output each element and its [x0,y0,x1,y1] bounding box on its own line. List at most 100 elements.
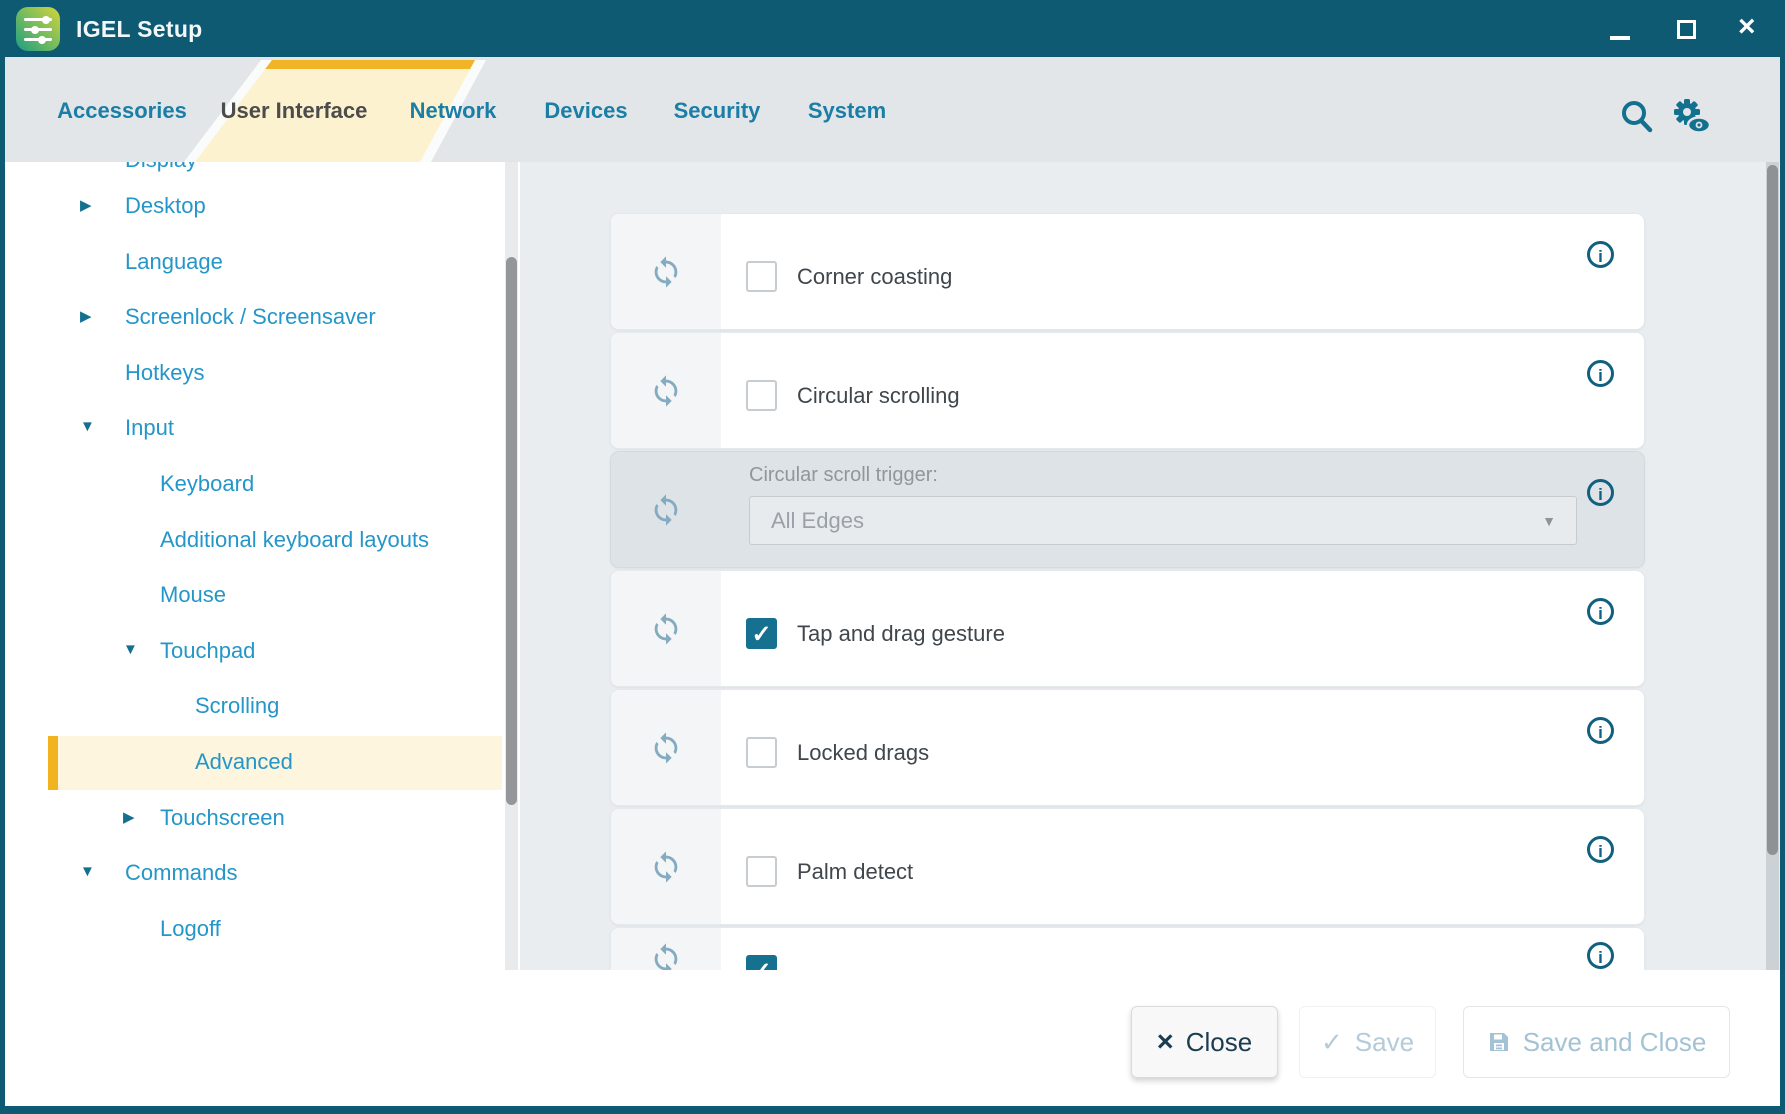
sidebar-item-touchscreen[interactable]: ▶Touchscreen [48,792,502,846]
tab-accessories[interactable]: Accessories [57,98,187,124]
reset-cell [611,690,721,805]
minimize-button[interactable] [1598,0,1642,57]
tree-collapse-icon[interactable]: ▼ [80,418,95,435]
reset-to-default-icon[interactable] [649,374,683,408]
reset-cell [611,928,721,970]
tab-system[interactable]: System [808,98,886,124]
tab-user-interface[interactable]: User Interface [221,98,368,124]
sidebar-item-label: Advanced [195,749,293,775]
setting-row-circular-scrolling: Circular scrolling i [610,332,1645,449]
title-bar: IGEL Setup × [0,0,1785,57]
search-icon[interactable] [1617,97,1657,137]
setting-label: Circular scroll trigger: [749,464,938,487]
settings-visibility-icon[interactable] [1669,97,1709,137]
sidebar-item-label: Input [125,415,174,441]
reset-to-default-icon[interactable] [649,612,683,646]
sidebar-item-language[interactable]: Language [48,236,502,290]
reset-to-default-icon[interactable] [649,850,683,884]
tree-expand-icon[interactable]: ▶ [80,307,92,325]
settings-panel: Corner coastingiCircular scrollingiCircu… [520,162,1780,970]
info-icon[interactable]: i [1587,836,1614,863]
sidebar-item-label: Keyboard [160,471,254,497]
sidebar-item-label: Additional keyboard layouts [160,527,429,553]
sidebar-item-clipped[interactable]: Display [125,162,197,173]
info-icon[interactable]: i [1587,241,1614,268]
checkbox[interactable] [746,261,777,292]
save-and-close-button[interactable]: Save and Close [1463,1006,1730,1078]
sidebar-item-commands[interactable]: ▼ Commands [48,847,502,901]
sidebar-item-label: Hotkeys [125,360,204,386]
setting-label: Corner coasting [797,264,952,290]
tab-security[interactable]: Security [674,98,761,124]
tab-bar: Accessories User Interface Network Devices S… [5,57,1780,162]
sidebar-item-hotkeys[interactable]: Hotkeys [48,347,502,401]
checkbox[interactable]: ✓ [746,618,777,649]
window-title: IGEL Setup [76,16,203,43]
tree-expand-icon[interactable]: ▶ [123,808,135,826]
checkbox[interactable]: ✓ [746,955,777,970]
sidebar-item-logoff[interactable]: Logoff [48,903,502,957]
sidebar-scrollbar-thumb[interactable] [506,257,517,805]
content-scrollbar[interactable] [1766,162,1779,970]
sidebar-item-desktop[interactable]: ▶ Desktop [48,180,502,234]
reset-to-default-icon[interactable] [649,942,683,970]
tree-expand-icon[interactable]: ▶ [80,196,92,214]
reset-cell [611,333,721,448]
sidebar-item-label: Scrolling [195,693,279,719]
sidebar-item-advanced[interactable]: Advanced [48,736,502,790]
reset-cell [611,214,721,329]
setting-row: ✓i [610,927,1645,970]
sidebar-item-screenlock-screensaver[interactable]: ▶Screenlock / Screensaver [48,291,502,345]
tree-collapse-icon[interactable]: ▼ [123,641,138,658]
setting-row-locked-drags: Locked drags i [610,689,1645,806]
window-border-left [0,0,5,1114]
content-scrollbar-thumb[interactable] [1767,165,1778,855]
reset-cell [611,571,721,686]
footer-bar: × Close ✓ Save Save and Close [5,970,1780,1106]
setting-label: Palm detect [797,859,913,885]
info-icon[interactable]: i [1587,717,1614,744]
info-icon[interactable]: i [1587,598,1614,625]
reset-to-default-icon[interactable] [649,493,683,527]
sidebar-item-scrolling[interactable]: Scrolling [48,680,502,734]
setting-row-circular-scroll-trigger: Circular scroll trigger: All Edges ▼ i [610,451,1645,568]
info-icon[interactable]: i [1587,942,1614,969]
sidebar-item-label: Commands [125,860,237,886]
sidebar-item-touchpad[interactable]: ▼Touchpad [48,625,502,679]
sidebar-item-mouse[interactable]: Mouse [48,569,502,623]
setting-label: Locked drags [797,740,929,766]
tree-collapse-icon[interactable]: ▼ [80,863,95,880]
setting-row-tap-and-drag-gesture: ✓ Tap and drag gesture i [610,570,1645,687]
checkbox[interactable] [746,737,777,768]
maximize-button[interactable] [1665,0,1709,57]
info-icon[interactable]: i [1587,479,1614,506]
close-button[interactable]: × Close [1131,1006,1278,1078]
tab-devices[interactable]: Devices [544,98,627,124]
app-logo-icon [16,7,60,51]
sidebar-item-input[interactable]: ▼ Input [48,402,502,456]
sidebar-item-label: Desktop [125,193,206,219]
dropdown-value: All Edges [771,508,864,534]
reset-to-default-icon[interactable] [649,731,683,765]
reset-cell [611,452,721,567]
setting-label: Circular scrolling [797,383,960,409]
tab-network[interactable]: Network [410,98,497,124]
chevron-down-icon: ▼ [1542,513,1556,529]
sidebar-item-label: Logoff [160,916,221,942]
check-icon: ✓ [1321,1027,1343,1058]
save-button[interactable]: ✓ Save [1299,1006,1436,1078]
close-x-icon: × [1157,1026,1174,1059]
checkbox[interactable] [746,856,777,887]
setting-label: Tap and drag gesture [797,621,1005,647]
sidebar-item-label: Language [125,249,223,275]
sidebar-item-additional-keyboard-layouts[interactable]: Additional keyboard layouts [48,514,502,568]
sidebar-scrollbar[interactable] [505,162,518,970]
reset-to-default-icon[interactable] [649,255,683,289]
sidebar-item-keyboard[interactable]: Keyboard [48,458,502,512]
setting-row-corner-coasting: Corner coasting i [610,213,1645,330]
circular-scroll-trigger-dropdown[interactable]: All Edges ▼ [749,496,1577,545]
close-window-button[interactable]: × [1730,0,1774,57]
reset-cell [611,809,721,924]
info-icon[interactable]: i [1587,360,1614,387]
checkbox[interactable] [746,380,777,411]
